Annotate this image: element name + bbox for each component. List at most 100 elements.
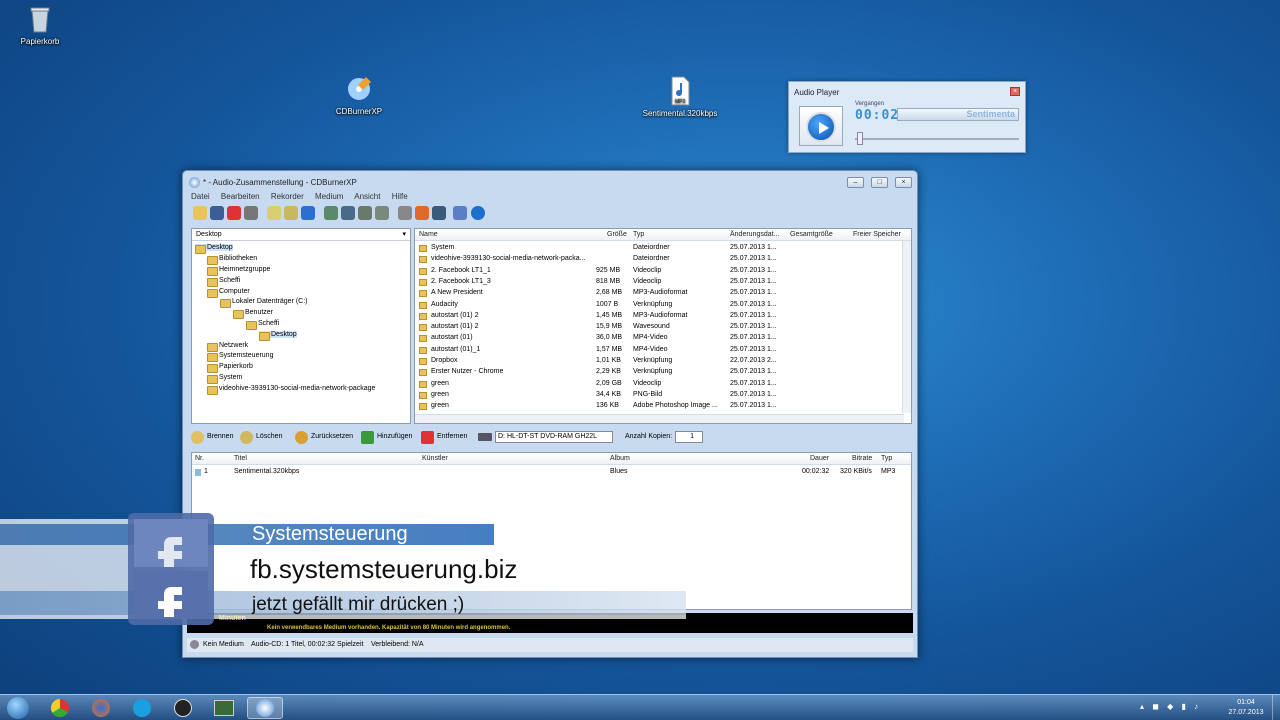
maximize-button[interactable]: □ [871, 177, 888, 188]
col-size[interactable]: Größe [607, 231, 627, 238]
new-icon[interactable] [193, 206, 207, 220]
close-icon[interactable]: × [1010, 87, 1020, 96]
desktop-icon-cdburnerxp[interactable]: CDBurnerXP [319, 74, 399, 116]
tree-item[interactable]: Netzwerk [207, 342, 248, 352]
clock[interactable]: 01:04 27.07.2013 [1226, 698, 1266, 718]
start-button[interactable] [0, 697, 36, 719]
tree-item[interactable]: videohive-3939130-social-media-network-p… [207, 385, 375, 395]
tree-item[interactable]: System [207, 374, 242, 384]
col-name[interactable]: Name [419, 231, 438, 238]
tree-item[interactable]: Scheffi [207, 277, 240, 287]
file-row[interactable]: 2. Facebook LT1_3 818 MB Videoclip 25.07.20… [415, 277, 899, 288]
col-free-space[interactable]: Freier Speicher [853, 231, 901, 238]
tree-item[interactable]: Desktop [259, 331, 297, 341]
delete-icon[interactable] [227, 206, 241, 220]
web-icon[interactable] [432, 206, 446, 220]
file-row[interactable]: A New President 2,68 MB MP3-Audioformat 25.… [415, 288, 899, 299]
delete-disc-button[interactable]: Löschen [256, 433, 282, 440]
save-icon[interactable] [210, 206, 224, 220]
tree-item[interactable]: Heimnetzgruppe [207, 266, 270, 276]
col-date[interactable]: Änderungsdat... [730, 231, 779, 238]
taskbar-app[interactable] [206, 697, 242, 719]
file-row[interactable]: green 136 KB Adobe Photoshop Image ... 25.0… [415, 401, 899, 412]
tree-item[interactable]: Scheffi [246, 320, 279, 330]
col-duration[interactable]: Dauer [810, 455, 829, 462]
taskbar-chrome[interactable] [42, 697, 78, 719]
col-type[interactable]: Typ [633, 231, 644, 238]
drive-select[interactable]: D: HL-DT-ST DVD-RAM GH22L [495, 431, 613, 443]
desktop-icon-recycle-bin[interactable]: Papierkorb [0, 4, 80, 46]
volume-slider-track[interactable] [855, 138, 1019, 140]
overlay-cta: jetzt gefällt mir drücken ;) [252, 594, 465, 615]
file-row[interactable]: System Dateiordner 25.07.2013 1... [415, 243, 899, 254]
file-row[interactable]: green 2,09 GB Videoclip 25.07.2013 1... [415, 379, 899, 390]
tools-icon[interactable] [415, 206, 429, 220]
tree-item[interactable]: Benutzer [233, 309, 273, 319]
col-artist[interactable]: Künstler [422, 455, 448, 462]
taskbar-firefox[interactable] [83, 697, 119, 719]
tree-item[interactable]: Desktop [195, 244, 233, 254]
file-row[interactable]: 2. Facebook LT1_1 925 MB Videoclip 25.07.20… [415, 266, 899, 277]
menu-view[interactable]: Ansicht [354, 192, 380, 201]
file-row[interactable]: autostart (01)_1 1,57 MB MP4-Video 25.07.20… [415, 345, 899, 356]
col-album[interactable]: Album [610, 455, 630, 462]
folder-tree-panel: Desktop ▾ Desktop Bibliotheken Heimnetzg… [191, 228, 411, 424]
add-button[interactable]: Hinzufügen [377, 433, 412, 440]
eject-icon[interactable] [341, 206, 355, 220]
reset-button[interactable]: Zurücksetzen [311, 433, 353, 440]
close-button[interactable]: × [895, 177, 912, 188]
refresh-icon[interactable] [324, 206, 338, 220]
file-row[interactable]: Erster Nutzer - Chrome 2,29 KB Verknüpfung… [415, 367, 899, 378]
info-icon[interactable] [471, 206, 485, 220]
tree-item[interactable]: Lokaler Datenträger (C:) [220, 298, 307, 308]
system-tray[interactable]: ▴ ◼ ◆ ▮ ♪ [1140, 702, 1210, 714]
file-row[interactable]: Dropbox 1,01 KB Verknüpfung 22.07.2013 2... [415, 356, 899, 367]
taskbar-cdburnerxp[interactable] [247, 697, 283, 719]
file-row[interactable]: green 34,4 KB PNG-Bild 25.07.2013 1... [415, 390, 899, 401]
copy-disc-icon[interactable] [301, 206, 315, 220]
file-row[interactable]: Audacity 1007 B Verknüpfung 25.07.2013 1... [415, 300, 899, 311]
tree-item[interactable]: Papierkorb [207, 363, 253, 373]
volume-slider-handle[interactable] [857, 132, 863, 145]
vertical-scrollbar[interactable] [902, 241, 911, 413]
col-title[interactable]: Titel [234, 455, 247, 462]
file-row[interactable]: videohive-3939130-social-media-network-p… [415, 254, 899, 265]
col-total-size[interactable]: Gesamtgröße [790, 231, 833, 238]
show-desktop-button[interactable] [1272, 695, 1280, 720]
col-nr[interactable]: Nr. [195, 455, 204, 462]
overlay-url[interactable]: fb.systemsteuerung.biz [250, 554, 517, 585]
mp3-file-icon: MP3 [665, 76, 695, 106]
help-icon[interactable] [453, 206, 467, 220]
disc-icon[interactable] [375, 206, 389, 220]
settings-gear-icon[interactable] [398, 206, 412, 220]
taskbar-skype[interactable] [124, 697, 160, 719]
tree-item[interactable]: Bibliotheken [207, 255, 257, 265]
burn-icon[interactable] [267, 206, 281, 220]
disc-info-icon[interactable] [358, 206, 372, 220]
col-type[interactable]: Typ [881, 455, 892, 462]
compilation-row[interactable]: 1 Sentimental.320kbps Blues 00:02:32 320… [192, 467, 911, 478]
menu-file[interactable]: Datei [191, 192, 210, 201]
print-icon[interactable] [244, 206, 258, 220]
horizontal-scrollbar[interactable] [415, 414, 904, 423]
tree-item[interactable]: Systemsteuerung [207, 352, 273, 362]
location-dropdown[interactable]: Desktop ▾ [192, 229, 410, 241]
erase-icon[interactable] [284, 206, 298, 220]
file-row[interactable]: autostart (01) 2 15,9 MB Wavesound 25.07.20… [415, 322, 899, 333]
taskbar-obs[interactable] [165, 697, 201, 719]
minimize-button[interactable]: – [847, 177, 864, 188]
menu-edit[interactable]: Bearbeiten [221, 192, 260, 201]
remove-button[interactable]: Entfernen [437, 433, 467, 440]
tree-item[interactable]: Computer [207, 288, 250, 298]
copies-stepper[interactable]: 1 [675, 431, 703, 443]
play-button[interactable] [799, 106, 843, 146]
burn-button[interactable]: Brennen [207, 433, 233, 440]
col-bitrate[interactable]: Bitrate [852, 455, 872, 462]
menu-help[interactable]: Hilfe [392, 192, 408, 201]
file-row[interactable]: autostart (01) 2 1,45 MB MP3-Audioformat 25… [415, 311, 899, 322]
menu-recorder[interactable]: Rekorder [271, 192, 304, 201]
menu-medium[interactable]: Medium [315, 192, 343, 201]
obs-icon [174, 699, 192, 717]
desktop-icon-mp3[interactable]: MP3 Sentimental.320kbps [640, 76, 720, 118]
file-row[interactable]: autostart (01) 36,0 MB MP4-Video 25.07.2013… [415, 333, 899, 344]
